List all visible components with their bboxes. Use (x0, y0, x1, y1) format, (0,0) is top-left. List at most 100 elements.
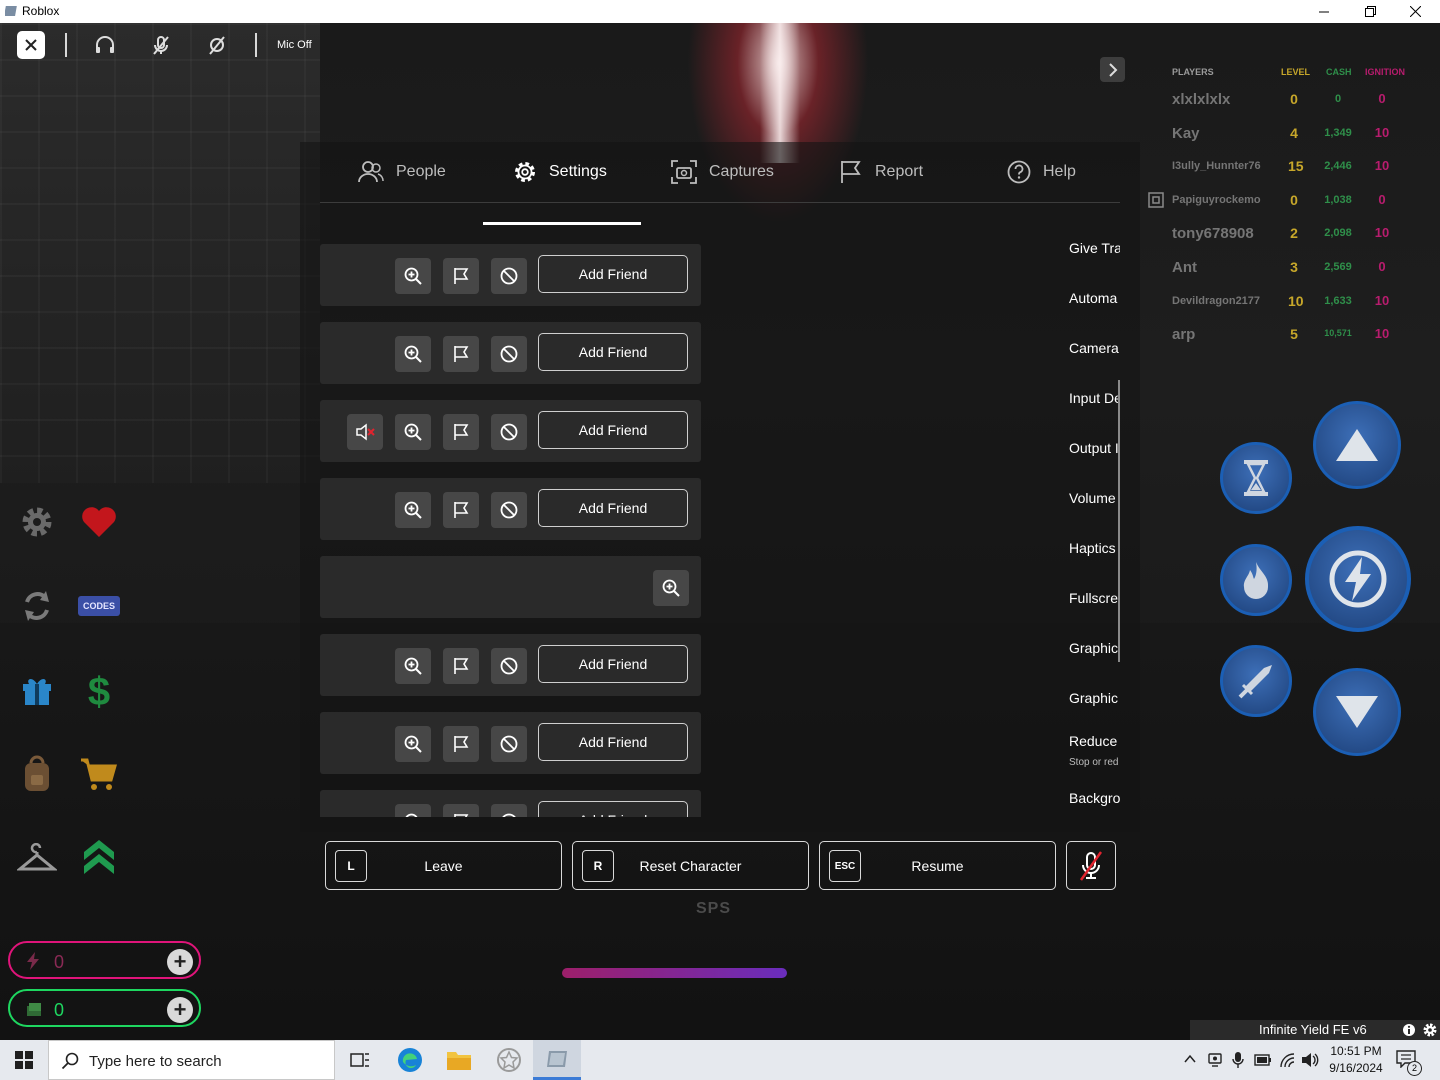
microphone-icon[interactable] (1232, 1051, 1244, 1069)
player-row[interactable]: Add Friend (320, 790, 701, 817)
inspect-button[interactable] (395, 258, 431, 294)
tab-captures[interactable]: Captures (671, 142, 774, 202)
setting-background[interactable]: Backgro (1069, 790, 1120, 806)
taskbar-search-box[interactable]: Type here to search (48, 1040, 335, 1080)
close-menu-button[interactable] (17, 31, 45, 59)
reset-character-button[interactable]: R Reset Character (572, 841, 809, 890)
file-explorer-taskbar-button[interactable] (435, 1040, 483, 1080)
notifications-button[interactable]: 2 (1396, 1050, 1422, 1076)
game-settings-button[interactable] (12, 497, 62, 547)
setting-graphics-quality[interactable]: Graphic (1069, 690, 1118, 706)
add-friend-button[interactable]: Add Friend (538, 645, 688, 683)
add-friend-button[interactable]: Add Friend (538, 723, 688, 761)
leaderboard-row[interactable]: Papiguyrockemo 0 1,038 0 (1140, 184, 1410, 218)
setting-graphics-mode[interactable]: Graphic (1069, 640, 1118, 656)
tab-settings[interactable]: Settings (513, 142, 607, 202)
edge-taskbar-button[interactable] (386, 1040, 434, 1080)
gift-button[interactable] (12, 665, 62, 715)
add-cash-button[interactable]: + (167, 997, 193, 1023)
jump-up-button[interactable] (1313, 401, 1401, 489)
setting-automa[interactable]: Automa (1069, 290, 1117, 306)
player-row[interactable] (320, 556, 701, 618)
taskbar-clock[interactable]: 10:51 PM 9/16/2024 (1326, 1043, 1386, 1077)
rank-up-button[interactable] (74, 833, 124, 883)
resume-button[interactable]: ESC Resume (819, 841, 1056, 890)
leaderboard-row[interactable]: arp 5 10,571 10 (1140, 318, 1410, 352)
leaderboard-row[interactable]: Devildragon2177 10 1,633 10 (1140, 285, 1410, 319)
setting-input-device[interactable]: Input De (1069, 390, 1120, 406)
wifi-icon[interactable] (1279, 1052, 1297, 1068)
window-close-button[interactable] (1392, 0, 1438, 23)
info-icon[interactable] (1402, 1023, 1416, 1037)
setting-give-tra[interactable]: Give Tra (1069, 240, 1120, 256)
camera-off-button[interactable] (199, 27, 235, 63)
add-ignition-button[interactable]: + (167, 949, 193, 975)
block-player-button[interactable] (491, 258, 527, 294)
report-player-button[interactable] (443, 492, 479, 528)
setting-fullscreen[interactable]: Fullscre (1069, 590, 1118, 606)
leaderboard-row[interactable]: I3ully_Hunnter76 15 2,446 10 (1140, 150, 1410, 184)
setting-output-device[interactable]: Output I (1069, 440, 1119, 456)
gear-icon[interactable] (1422, 1022, 1438, 1038)
add-friend-button[interactable]: Add Friend (538, 489, 688, 527)
expand-playerlist-button[interactable] (1100, 57, 1125, 82)
settings-list[interactable]: Give Tra Automa Camera Input De Output I… (1069, 226, 1120, 817)
player-row[interactable]: Add Friend (320, 478, 701, 540)
leaderboard-row[interactable]: Ant 3 2,569 0 (1140, 251, 1410, 285)
inspect-button[interactable] (395, 336, 431, 372)
report-player-button[interactable] (443, 336, 479, 372)
people-list[interactable]: Add Friend Add Friend Add Friend Add Friend… (320, 244, 702, 817)
add-friend-button[interactable]: Add Friend (538, 801, 688, 817)
player-row[interactable]: Add Friend (320, 712, 701, 774)
inspect-button[interactable] (395, 726, 431, 762)
report-player-button[interactable] (443, 414, 479, 450)
inspect-button[interactable] (395, 414, 431, 450)
tab-people[interactable]: People (358, 142, 446, 202)
block-player-button[interactable] (491, 336, 527, 372)
setting-volume[interactable]: Volume (1069, 490, 1116, 506)
settings-scrollbar[interactable] (1118, 380, 1120, 662)
tab-help[interactable]: Help (1007, 142, 1076, 202)
report-player-button[interactable] (443, 648, 479, 684)
inspect-button[interactable] (395, 648, 431, 684)
add-friend-button[interactable]: Add Friend (538, 333, 688, 371)
sword-ability-button[interactable] (1220, 645, 1292, 717)
report-player-button[interactable] (443, 804, 479, 817)
infinite-yield-bar[interactable]: Infinite Yield FE v6 (1190, 1020, 1440, 1040)
report-player-button[interactable] (443, 258, 479, 294)
inventory-button[interactable] (12, 749, 62, 799)
player-row[interactable]: Add Friend (320, 634, 701, 696)
leaderboard-row[interactable]: tony678908 2 2,098 10 (1140, 217, 1410, 251)
mic-muted-button[interactable] (143, 27, 179, 63)
leaderboard-row[interactable]: Kay 4 1,349 10 (1140, 117, 1410, 151)
inspect-button[interactable] (395, 804, 431, 817)
chevron-up-icon[interactable] (1184, 1054, 1196, 1064)
mute-player-button[interactable] (347, 414, 383, 450)
start-button[interactable] (0, 1040, 48, 1080)
crouch-down-button[interactable] (1313, 668, 1401, 756)
leaderboard-row[interactable]: xlxlxlxlx 0 0 0 (1140, 83, 1410, 117)
block-player-button[interactable] (491, 648, 527, 684)
shop-currency-button[interactable]: $ (74, 665, 124, 715)
block-player-button[interactable] (491, 492, 527, 528)
boost-ability-button[interactable] (1305, 526, 1411, 632)
roblox-studio-taskbar-button[interactable] (485, 1040, 533, 1080)
battery-icon[interactable] (1254, 1053, 1272, 1067)
block-player-button[interactable] (491, 414, 527, 450)
setting-haptics[interactable]: Haptics (1069, 540, 1116, 556)
setting-camera[interactable]: Camera (1069, 340, 1119, 356)
add-friend-button[interactable]: Add Friend (538, 255, 688, 293)
minimize-button[interactable] (1301, 0, 1347, 23)
player-row[interactable]: Add Friend (320, 244, 701, 306)
mic-toggle-button[interactable] (1066, 841, 1116, 890)
wardrobe-button[interactable] (12, 833, 62, 883)
network-device-icon[interactable] (1207, 1052, 1223, 1068)
inspect-button[interactable] (653, 570, 689, 606)
volume-icon[interactable] (1301, 1052, 1319, 1068)
task-view-button[interactable] (336, 1040, 384, 1080)
time-ability-button[interactable] (1220, 442, 1292, 514)
favorite-button[interactable] (74, 497, 124, 547)
block-player-button[interactable] (491, 804, 527, 817)
tab-report[interactable]: Report (839, 142, 923, 202)
headphones-button[interactable] (87, 27, 123, 63)
